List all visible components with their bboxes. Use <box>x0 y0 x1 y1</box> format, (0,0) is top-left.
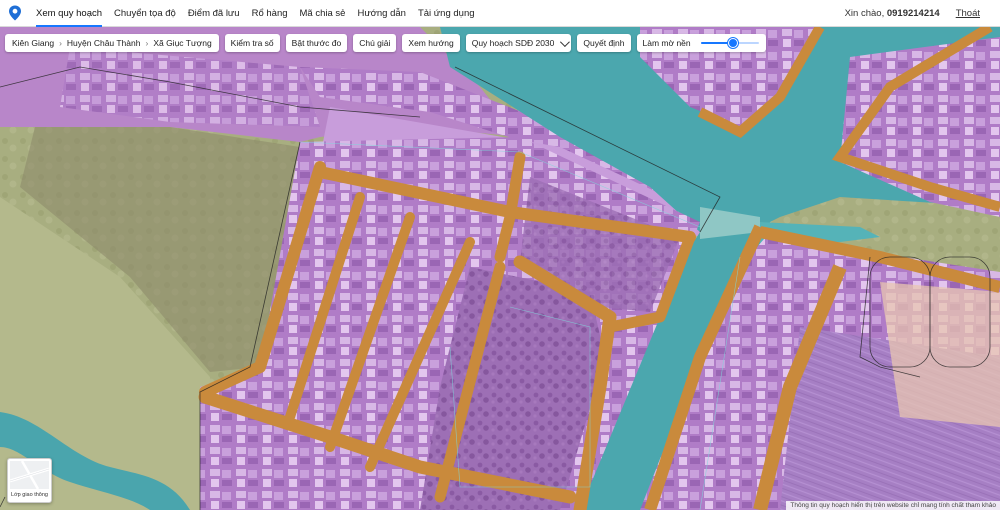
plan-select[interactable]: Quy hoạch SDĐ 2030 <box>465 34 572 52</box>
fade-label: Làm mờ nền <box>642 38 691 48</box>
top-navigation-bar: Xem quy hoạch Chuyển tọa độ Điểm đã lưu … <box>0 0 1000 27</box>
road-layer-icon <box>9 460 50 490</box>
nav-convert-coordinates[interactable]: Chuyển tọa độ <box>108 0 182 27</box>
nav-download-app[interactable]: Tải ứng dụng <box>412 0 481 27</box>
fade-slider[interactable] <box>700 37 759 49</box>
planning-map[interactable]: Lớp giao thông Thông tin quy hoạch hiển … <box>0 27 1000 510</box>
chevron-right-icon: › <box>59 38 62 48</box>
nav-view-planning[interactable]: Xem quy hoạch <box>30 0 108 27</box>
nav-share-code[interactable]: Mã chia sẻ <box>294 0 352 27</box>
user-area: Xin chào, 0919214214 Thoát <box>845 8 1000 19</box>
layer-thumbnail <box>9 460 50 490</box>
map-disclaimer: Thông tin quy hoạch hiển thị trên websit… <box>786 501 1000 510</box>
fade-control: Làm mờ nền <box>636 34 766 52</box>
plan-select-value: Quy hoạch SDĐ 2030 <box>471 38 555 48</box>
breadcrumb-province[interactable]: Kiên Giang <box>12 38 54 48</box>
ruler-toggle-button[interactable]: Bật thước đo <box>285 34 348 52</box>
breadcrumb-commune[interactable]: Xã Giục Tượng <box>153 38 211 48</box>
nav-guide[interactable]: Hướng dẫn <box>351 0 412 27</box>
map-pin-icon <box>9 5 21 21</box>
legend-button[interactable]: Chú giải <box>353 34 397 52</box>
logout-link[interactable]: Thoát <box>956 8 980 19</box>
breadcrumb-district[interactable]: Huyện Châu Thành <box>67 38 141 48</box>
check-parcel-button[interactable]: Kiểm tra số <box>224 34 280 52</box>
map-toolbar: Kiên Giang › Huyện Châu Thành › Xã Giục … <box>5 34 772 52</box>
layer-switcher-button[interactable]: Lớp giao thông <box>7 458 52 503</box>
map-canvas[interactable] <box>0 27 1000 510</box>
nav-listings-basket[interactable]: Rổ hàng <box>246 0 294 27</box>
main-nav: Xem quy hoạch Chuyển tọa độ Điểm đã lưu … <box>30 0 481 27</box>
app-logo[interactable] <box>0 0 30 27</box>
chevron-down-icon <box>560 36 571 47</box>
nav-saved-points[interactable]: Điểm đã lưu <box>182 0 246 27</box>
breadcrumb: Kiên Giang › Huyện Châu Thành › Xã Giục … <box>5 34 219 52</box>
layer-switcher-label: Lớp giao thông <box>11 492 48 498</box>
direction-button[interactable]: Xem hướng <box>402 34 460 52</box>
chevron-right-icon: › <box>145 38 149 48</box>
user-phone: 0919214214 <box>886 7 940 19</box>
decision-button[interactable]: Quyết định <box>577 34 631 52</box>
fade-slider-handle[interactable] <box>727 38 738 48</box>
user-greeting: Xin chào, 0919214214 <box>844 7 940 19</box>
